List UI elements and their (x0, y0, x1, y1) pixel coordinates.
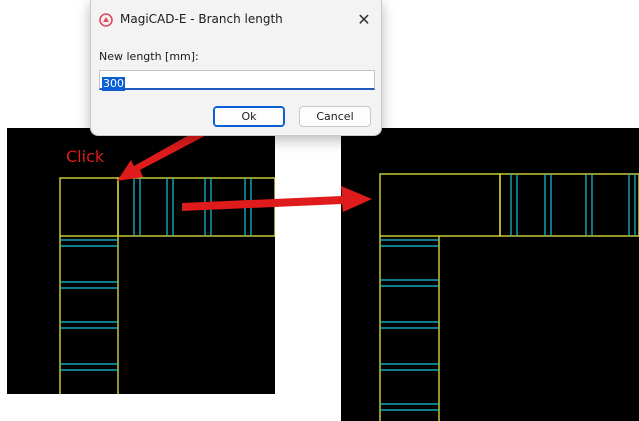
dialog-titlebar[interactable]: MagiCAD-E - Branch length ✕ (91, 0, 381, 38)
branch-length-dialog: MagiCAD-E - Branch length ✕ New length [… (90, 0, 382, 136)
length-input-value[interactable]: 300 (102, 77, 125, 91)
arrow-before-to-after (182, 186, 372, 212)
length-input[interactable]: 300 (99, 70, 375, 91)
length-field-label: New length [mm]: (99, 50, 199, 63)
ok-button[interactable]: Ok (213, 106, 285, 127)
dialog-title: MagiCAD-E - Branch length (120, 12, 283, 26)
cancel-button[interactable]: Cancel (299, 106, 371, 127)
magicad-logo-icon (99, 12, 113, 27)
click-annotation: Click (66, 147, 105, 166)
close-icon[interactable]: ✕ (353, 8, 375, 30)
